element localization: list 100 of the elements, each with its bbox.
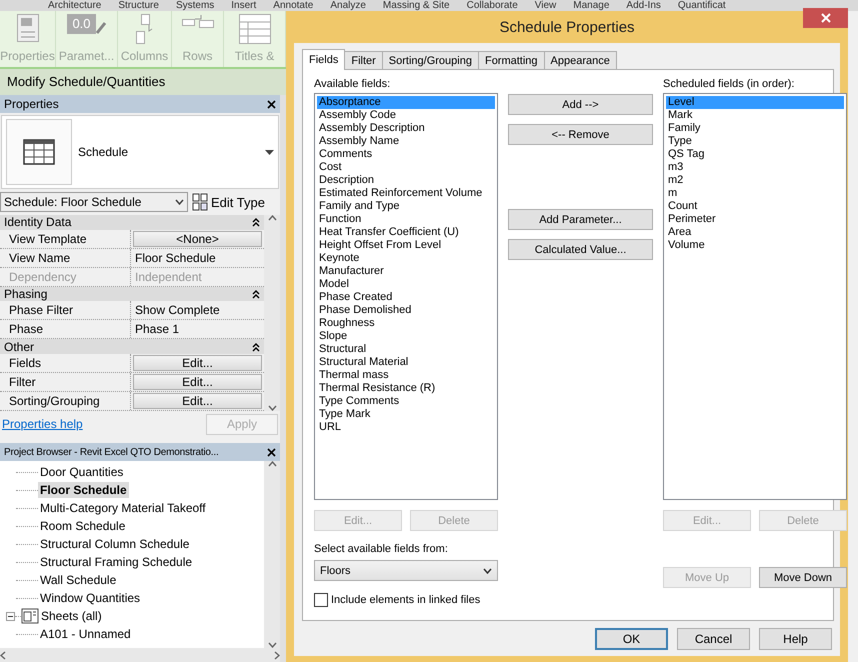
tab[interactable]: Filter [344,51,383,69]
list-item[interactable]: Manufacturer [317,265,495,278]
list-item[interactable]: Estimated Reinforcement Volume [317,187,495,200]
scheduled-fields-list[interactable]: Level Mark Family Type QS Tag m3 m2 m Count Perimeter Area Volume [663,93,847,500]
list-item[interactable]: Assembly Description [317,122,495,135]
list-item[interactable]: m [666,187,844,200]
tree-item[interactable]: A101 - Unnamed [38,626,133,642]
button[interactable]: Add Parameter... [508,209,653,230]
close-button[interactable] [803,8,848,28]
list-item[interactable]: Cost [317,161,495,174]
list-item[interactable]: Family and Type [317,200,495,213]
collapse-icon[interactable] [6,612,15,620]
tree-item[interactable]: Sheets (all) [39,608,104,624]
button: Delete [410,510,498,531]
group-header[interactable]: Phasing [0,286,264,302]
group-header[interactable]: Identity Data [0,215,264,230]
dialog-button[interactable]: Cancel [677,628,750,650]
button[interactable]: Calculated Value... [508,239,653,260]
tree-item[interactable]: Room Schedule [38,518,128,534]
list-item[interactable]: Assembly Code [317,109,495,122]
list-item[interactable]: Area [666,226,844,239]
ribbon-tab[interactable]: Collaborate [466,0,518,11]
tab[interactable]: Formatting [478,51,545,69]
close-icon[interactable] [267,448,276,456]
dialog-button[interactable]: OK [595,628,668,650]
list-item[interactable]: Mark [666,109,844,122]
ribbon-tab[interactable]: Architecture [48,0,102,11]
list-item[interactable]: Heat Transfer Coefficient (U) [317,226,495,239]
button[interactable]: Add --> [508,94,653,115]
list-item[interactable]: Level [666,96,844,109]
list-item[interactable]: Absorptance [317,96,495,109]
list-item[interactable]: Description [317,174,495,187]
available-fields-list[interactable] [314,93,498,500]
property-value[interactable]: Show Complete [133,303,220,318]
instance-dropdown[interactable]: Schedule: Floor Schedule [0,192,188,212]
property-value[interactable]: Floor Schedule [133,250,216,265]
context-tab[interactable]: Modify Schedule/Quantities [0,69,286,95]
tree-item[interactable]: Floor Schedule [38,482,129,498]
ribbon-tab[interactable]: View [534,0,556,11]
list-item[interactable]: m3 [666,161,844,174]
ribbon-tab[interactable]: Insert [231,0,256,11]
property-edit-button[interactable]: <None> [133,230,262,247]
property-edit-button[interactable]: Edit... [133,355,262,372]
tree-item[interactable]: Multi-Category Material Takeoff [38,500,208,516]
list-item[interactable]: Height Offset From Level [317,239,495,252]
ribbon-tab[interactable]: Manage [573,0,610,11]
group-header[interactable]: Other [0,339,264,354]
scrollbar[interactable] [264,461,280,648]
list-item[interactable]: Assembly Name [317,135,495,148]
close-icon[interactable] [267,100,276,108]
list-item[interactable]: Type Comments [317,395,495,408]
dialog-button[interactable]: Help [759,628,832,650]
tab[interactable]: Fields [302,49,346,70]
list-item[interactable]: Model [317,278,495,291]
edit-type-button[interactable]: Edit Type [192,193,265,211]
button[interactable]: Move Down [759,567,847,588]
ribbon-tab[interactable]: Annotate [273,0,314,11]
list-item[interactable]: Thermal mass [317,369,495,382]
scrollbar[interactable] [0,648,280,662]
list-item[interactable]: m2 [666,174,844,187]
list-item[interactable]: Function [317,213,495,226]
property-value[interactable]: Phase 1 [133,322,180,336]
list-item[interactable]: Family [666,122,844,135]
checkbox[interactable] [314,593,328,607]
list-item[interactable]: QS Tag [666,148,844,161]
type-selector[interactable]: Schedule [1,115,279,189]
ribbon-tab[interactable]: Systems [176,0,214,11]
property-edit-button[interactable]: Edit... [133,374,262,390]
list-item[interactable]: Phase Created [317,291,495,304]
list-item[interactable]: Structural Material [317,356,495,369]
tree-item[interactable]: Window Quantities [38,590,142,606]
list-item[interactable]: Type Mark [317,408,495,421]
list-item[interactable]: Phase Demolished [317,304,495,317]
tree-item[interactable]: Wall Schedule [38,572,118,588]
list-item[interactable]: Roughness [317,317,495,330]
properties-help-link[interactable]: Properties help [2,417,83,431]
button[interactable]: <-- Remove [508,124,653,145]
list-item[interactable]: Volume [666,239,844,252]
list-item[interactable]: Structural [317,343,495,356]
list-item[interactable]: Keynote [317,252,495,265]
ribbon-tab[interactable]: Add-Ins [626,0,661,11]
list-item[interactable]: Comments [317,148,495,161]
tree-item[interactable]: Door Quantities [38,464,126,480]
list-item[interactable]: Count [666,200,844,213]
list-item[interactable]: Thermal Resistance (R) [317,382,495,395]
property-edit-button[interactable]: Edit... [133,393,262,410]
ribbon-tab[interactable]: Structure [118,0,159,11]
list-item[interactable]: URL [317,421,495,434]
list-item[interactable]: Type [666,135,844,148]
source-dropdown[interactable]: Floors [314,560,498,581]
list-item[interactable]: Perimeter [666,213,844,226]
ribbon-tab[interactable]: Analyze [330,0,366,11]
tab[interactable]: Appearance [544,51,617,69]
tab[interactable]: Sorting/Grouping [382,51,479,69]
tree-item[interactable]: Structural Column Schedule [38,536,192,552]
list-item[interactable]: Slope [317,330,495,343]
scrollbar[interactable] [264,215,280,411]
ribbon-tab[interactable]: Massing & Site [382,0,450,11]
tree-item[interactable]: Structural Framing Schedule [38,554,194,570]
ribbon-tab[interactable]: Quantificat [678,0,726,11]
